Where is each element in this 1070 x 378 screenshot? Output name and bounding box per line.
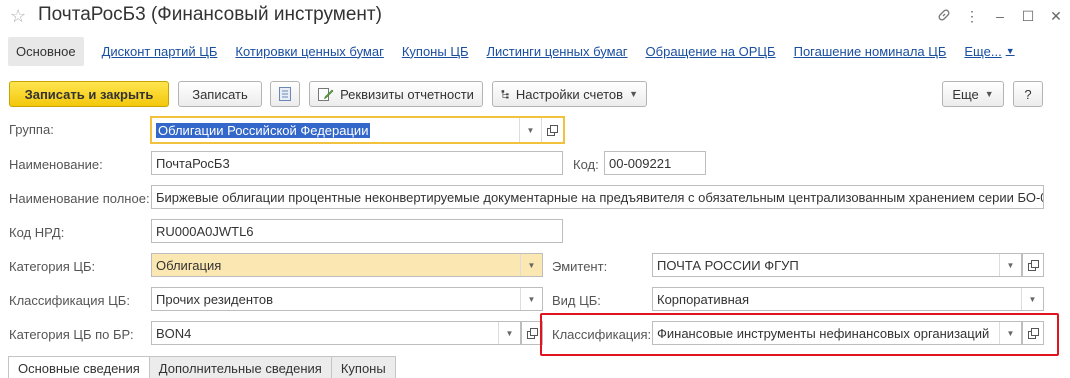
window-title: ПочтаРосБ3 (Финансовый инструмент) [38,4,382,25]
hierarchy-icon [501,90,509,99]
group-field[interactable]: Облигации Российской Федерации ▼ [150,116,565,144]
tab-coupons[interactable]: Купоны [330,356,396,378]
list-report-button[interactable] [270,81,300,107]
open-icon[interactable] [541,118,563,142]
code-value: 00-009221 [609,155,672,171]
nav-more-link[interactable]: Еще... ▼ [964,44,1014,59]
save-and-close-button[interactable]: Записать и закрыть [9,81,169,107]
classification-cb-field[interactable]: Прочих резидентов ▼ [151,287,543,311]
chevron-down-icon: ▼ [629,89,638,99]
chevron-down-icon[interactable]: ▼ [520,254,542,276]
maximize-icon[interactable]: ☐ [1014,8,1042,25]
classification-cb-value: Прочих резидентов [156,291,273,307]
nav-link-listings[interactable]: Листинги ценных бумаг [486,44,627,59]
nav-link-quotes[interactable]: Котировки ценных бумаг [235,44,383,59]
minimize-icon[interactable]: – [986,8,1014,24]
category-br-field[interactable]: BON4 ▼ [151,321,521,345]
more-vert-icon[interactable]: ⋮ [958,8,986,25]
save-label: Записать [192,86,248,102]
help-label: ? [1024,86,1032,102]
nav-item-main[interactable]: Основное [8,36,84,66]
report-details-label: Реквизиты отчетности [340,86,474,102]
issuer-open-button[interactable] [1022,253,1044,277]
nav-link-discount[interactable]: Дисконт партий ЦБ [102,44,218,59]
nav-link-redemption[interactable]: Погашение номинала ЦБ [794,44,947,59]
nrd-code-field[interactable]: RU000A0JWTL6 [151,219,563,243]
open-icon [1027,327,1039,339]
tab-main-info[interactable]: Основные сведения [8,356,150,378]
name-field[interactable]: ПочтаРосБ3 [151,151,563,175]
issuer-label: Эмитент: [552,259,608,274]
report-details-button[interactable]: Реквизиты отчетности [309,81,483,107]
nrd-code-label: Код НРД: [9,225,65,240]
category-label: Категория ЦБ: [9,259,96,274]
category-br-label: Категория ЦБ по БР: [9,327,134,342]
open-icon [1027,259,1039,271]
type-cb-field[interactable]: Корпоративная ▼ [652,287,1044,311]
full-name-field[interactable]: Биржевые облигации процентные неконверти… [151,185,1044,209]
star-icon[interactable]: ☆ [10,6,26,27]
window-controls: ⋮ – ☐ ✕ [930,6,1070,26]
link-icon[interactable] [930,8,958,25]
open-icon [526,327,538,339]
type-cb-label: Вид ЦБ: [552,293,601,308]
chevron-down-icon[interactable]: ▼ [519,118,541,142]
group-label: Группа: [9,122,54,137]
chevron-down-icon[interactable]: ▼ [999,322,1021,344]
full-name-value: Биржевые облигации процентные неконверти… [156,189,1043,205]
edit-document-icon [318,88,334,101]
chevron-down-icon: ▼ [984,89,994,99]
classification-label: Классификация: [552,327,652,342]
name-label: Наименование: [9,157,103,172]
command-bar: Записать и закрыть Записать Реквизиты от… [0,81,1070,107]
section-nav: Основное Дисконт партий ЦБ Котировки цен… [8,36,1015,66]
code-field[interactable]: 00-009221 [604,151,706,175]
category-value: Облигация [156,257,222,273]
nav-link-orcb[interactable]: Обращение на ОРЦБ [646,44,776,59]
issuer-value: ПОЧТА РОССИИ ФГУП [657,257,799,273]
save-button[interactable]: Записать [178,81,262,107]
nav-link-coupons[interactable]: Купоны ЦБ [402,44,469,59]
account-settings-button[interactable]: Настройки счетов ▼ [492,81,647,107]
name-value: ПочтаРосБ3 [156,155,230,171]
help-button[interactable]: ? [1013,81,1043,107]
group-value-wrap: Облигации Российской Федерации [156,122,519,138]
title-bar: ☆ ПочтаРосБ3 (Финансовый инструмент) ⋮ –… [0,0,1070,32]
classification-value: Финансовые инструменты нефинансовых орга… [657,325,990,341]
document-list-icon [279,87,291,101]
nrd-code-value: RU000A0JWTL6 [156,223,254,239]
issuer-field[interactable]: ПОЧТА РОССИИ ФГУП ▼ [652,253,1022,277]
chevron-down-icon[interactable]: ▼ [1021,288,1043,310]
save-and-close-label: Записать и закрыть [24,86,154,102]
close-icon[interactable]: ✕ [1042,8,1070,25]
full-name-label: Наименование полное: [9,191,150,206]
classification-open-button[interactable] [1022,321,1044,345]
type-cb-value: Корпоративная [657,291,750,307]
more-actions-button[interactable]: Еще ▼ [942,81,1004,107]
chevron-down-icon[interactable]: ▼ [999,254,1021,276]
group-value: Облигации Российской Федерации [156,122,371,138]
chevron-down-icon[interactable]: ▼ [520,288,542,310]
category-field[interactable]: Облигация ▼ [151,253,543,277]
account-settings-label: Настройки счетов [515,86,624,102]
classification-field[interactable]: Финансовые инструменты нефинансовых орга… [652,321,1022,345]
classification-cb-label: Классификация ЦБ: [9,293,130,308]
more-actions-label: Еще [952,86,979,102]
chevron-down-icon[interactable]: ▼ [498,322,520,344]
code-label: Код: [573,157,599,172]
tab-additional-info[interactable]: Дополнительные сведения [148,356,332,378]
category-br-value: BON4 [156,325,192,341]
chevron-down-icon: ▼ [1005,46,1015,56]
bottom-tabs: Основные сведения Дополнительные сведени… [8,356,396,378]
nav-more-label: Еще... [964,43,1002,59]
